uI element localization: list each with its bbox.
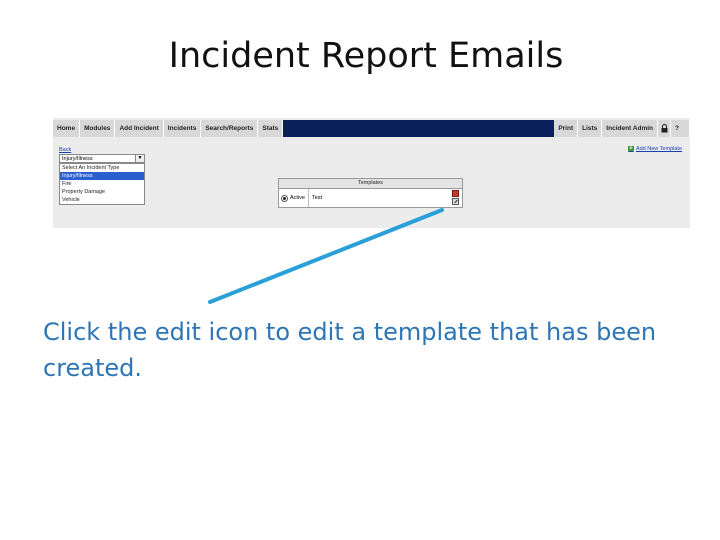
nav-incident-admin[interactable]: Incident Admin [602, 120, 658, 137]
templates-panel: Templates Active Test [278, 178, 463, 208]
incident-type-dropdown: Select An Incident Type Injury/Illness F… [59, 163, 145, 205]
row-actions [452, 190, 459, 205]
incident-type-select-value: Injury/Illness [62, 155, 93, 162]
nav-home[interactable]: Home [53, 120, 81, 137]
nav-modules[interactable]: Modules [80, 120, 116, 137]
active-radio[interactable] [281, 194, 288, 202]
nav-lists[interactable]: Lists [578, 120, 603, 137]
navbar-spacer [283, 120, 554, 137]
dropdown-option[interactable]: Fire [60, 180, 144, 188]
table-row: Active Test [279, 189, 462, 207]
top-navbar: Home Modules Add Incident Incidents Sear… [53, 120, 690, 137]
back-link[interactable]: Back [59, 147, 71, 153]
nav-add-incident[interactable]: Add Incident [115, 120, 164, 137]
nav-incidents[interactable]: Incidents [163, 120, 202, 137]
help-button[interactable]: ? [671, 120, 690, 137]
dropdown-option[interactable]: Select An Incident Type [60, 164, 144, 172]
template-status: Active [290, 189, 309, 207]
nav-stats[interactable]: Stats [258, 120, 284, 137]
add-new-template-link[interactable]: + Add New Template [627, 146, 682, 152]
nav-print[interactable]: Print [554, 120, 579, 137]
dropdown-option[interactable]: Property Damage [60, 188, 144, 196]
lock-button[interactable] [658, 120, 671, 137]
template-name: Test [311, 195, 323, 201]
dropdown-option-selected[interactable]: Injury/Illness [60, 172, 144, 180]
pointer-arrow-line [208, 208, 444, 304]
incident-type-select[interactable]: Injury/Illness ▼ [59, 154, 145, 163]
edit-icon[interactable] [452, 198, 459, 205]
slide-title: Incident Report Emails [168, 36, 564, 76]
add-new-template-label: Add New Template [635, 146, 682, 152]
chevron-down-icon[interactable]: ▼ [135, 155, 144, 162]
slide-caption: Click the edit icon to edit a template t… [43, 318, 657, 382]
dropdown-option[interactable]: Vehicle [60, 196, 144, 204]
plus-icon: + [627, 146, 634, 152]
delete-icon[interactable] [452, 190, 459, 197]
lock-icon [661, 124, 667, 133]
nav-search-reports[interactable]: Search/Reports [201, 120, 259, 137]
templates-header: Templates [279, 179, 462, 189]
app-screenshot: Home Modules Add Incident Incidents Sear… [53, 118, 690, 228]
